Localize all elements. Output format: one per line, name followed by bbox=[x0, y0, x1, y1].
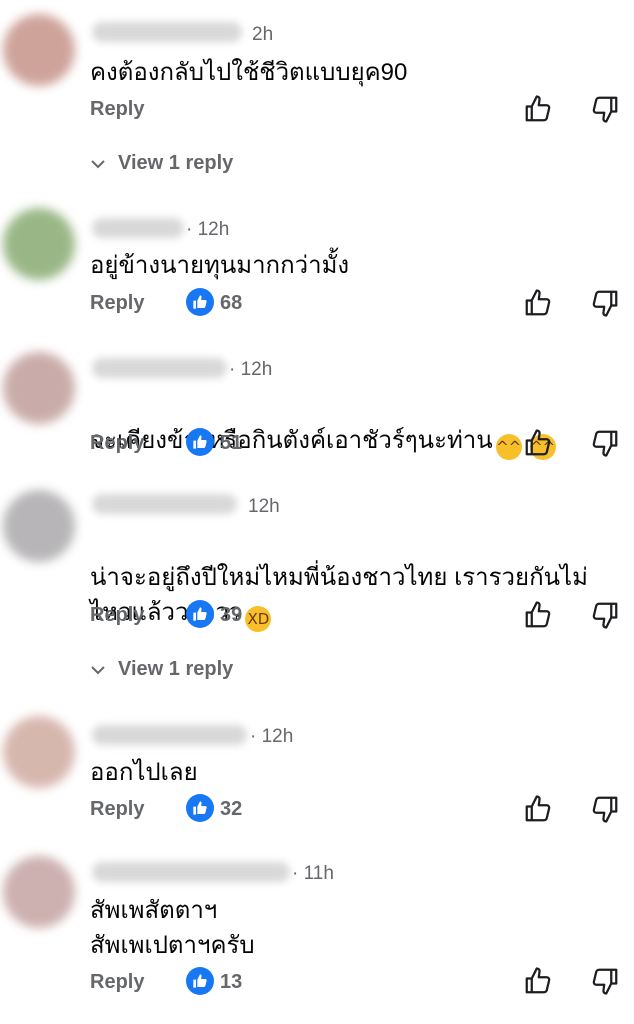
thumbs-up-icon[interactable] bbox=[523, 288, 553, 318]
comment-text-content: น่าจะอยู่ถึงปีใหม่ไหมพี่น้องชาวไทย เรารว… bbox=[90, 564, 588, 626]
reply-button[interactable]: Reply bbox=[90, 971, 144, 994]
like-count[interactable]: 68 bbox=[220, 292, 242, 315]
comment-text: สัพเพสัตตาฯ สัพเพเปตาฯครับ bbox=[90, 897, 255, 959]
like-badge-icon bbox=[186, 794, 214, 822]
avatar[interactable] bbox=[3, 14, 75, 86]
comment-timestamp: · 12h bbox=[250, 726, 294, 747]
comment-timestamp: · 12h bbox=[229, 359, 273, 380]
comment-timestamp: 12h bbox=[248, 496, 280, 517]
comment-text: ออกไปเลย bbox=[90, 759, 198, 786]
comment-text: อยู่ข้างนายทุนมากกว่ามั้ง bbox=[90, 252, 350, 279]
reply-button[interactable]: Reply bbox=[90, 432, 144, 455]
author-name-redacted[interactable] bbox=[92, 358, 227, 378]
like-badge-icon bbox=[186, 600, 214, 628]
avatar[interactable] bbox=[3, 856, 75, 928]
like-count[interactable]: 39 bbox=[220, 604, 242, 627]
comment-timestamp: · 11h bbox=[292, 863, 334, 884]
like-badge-icon bbox=[186, 967, 214, 995]
avatar[interactable] bbox=[3, 208, 75, 280]
thumbs-down-icon[interactable] bbox=[590, 288, 620, 318]
view-replies-label: View 1 reply bbox=[118, 658, 234, 680]
like-count[interactable]: 32 bbox=[220, 798, 242, 821]
author-name-redacted[interactable] bbox=[92, 862, 290, 882]
author-name-redacted[interactable] bbox=[92, 725, 247, 745]
thumbs-up-icon[interactable] bbox=[523, 428, 553, 458]
thumbs-down-icon[interactable] bbox=[590, 600, 620, 630]
thumbs-down-icon[interactable] bbox=[590, 966, 620, 996]
comment-text-content: จะเคียงข้างหรือกินตังค์เอาชัวร์ๆนะท่าน bbox=[90, 427, 493, 454]
like-badge-icon bbox=[186, 288, 214, 316]
thumbs-up-icon[interactable] bbox=[523, 966, 553, 996]
reply-button[interactable]: Reply bbox=[90, 98, 144, 121]
reply-button[interactable]: Reply bbox=[90, 292, 144, 315]
comment-timestamp: 2h bbox=[252, 24, 274, 45]
chevron-down-icon bbox=[91, 665, 105, 674]
thumbs-down-icon[interactable] bbox=[590, 794, 620, 824]
laughing-emoji-icon: ^^ bbox=[495, 434, 522, 460]
like-badge-icon bbox=[186, 428, 214, 456]
reply-button[interactable]: Reply bbox=[90, 604, 144, 627]
like-count[interactable]: 13 bbox=[220, 971, 242, 994]
thumbs-down-icon[interactable] bbox=[590, 94, 620, 124]
author-name-redacted[interactable] bbox=[92, 22, 242, 42]
thumbs-up-icon[interactable] bbox=[523, 600, 553, 630]
comment-text: คงต้องกลับไปใช้ชีวิตแบบยุค90 bbox=[90, 59, 408, 86]
thumbs-down-icon[interactable] bbox=[590, 428, 620, 458]
view-replies-button[interactable]: View 1 reply bbox=[90, 658, 233, 681]
thumbs-up-icon[interactable] bbox=[523, 794, 553, 824]
chevron-down-icon bbox=[91, 159, 105, 168]
reply-button[interactable]: Reply bbox=[90, 798, 144, 821]
author-name-redacted[interactable] bbox=[92, 494, 237, 514]
thumbs-up-icon[interactable] bbox=[523, 94, 553, 124]
like-count[interactable]: 51 bbox=[220, 432, 242, 455]
view-replies-label: View 1 reply bbox=[118, 152, 234, 174]
avatar[interactable] bbox=[3, 490, 75, 562]
rofl-emoji-icon: XD bbox=[245, 606, 272, 632]
author-name-redacted[interactable] bbox=[92, 218, 184, 238]
avatar[interactable] bbox=[3, 716, 75, 788]
comment-timestamp: · 12h bbox=[186, 219, 230, 240]
view-replies-button[interactable]: View 1 reply bbox=[90, 152, 233, 175]
avatar[interactable] bbox=[3, 352, 75, 424]
